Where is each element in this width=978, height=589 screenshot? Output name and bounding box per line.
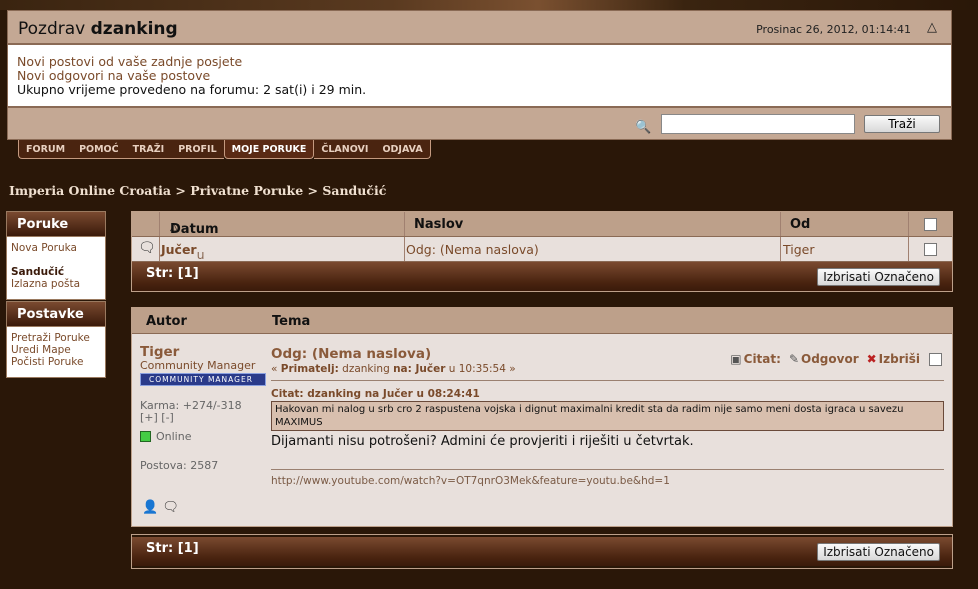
column-topic: Tema bbox=[272, 314, 311, 329]
message-list-footer: Str: [1] Izbrisati Označeno bbox=[132, 262, 952, 291]
greeting: Pozdrav dzanking bbox=[18, 19, 178, 39]
sidebar-item-outbox[interactable]: Izlazna pošta bbox=[11, 278, 101, 290]
reply-button[interactable]: Odgovor bbox=[801, 352, 859, 366]
new-replies-link[interactable]: Novi odgovori na vaše postove bbox=[17, 69, 942, 83]
menu-item-search[interactable]: TRAŽI bbox=[125, 140, 172, 159]
message-checkbox[interactable] bbox=[924, 243, 937, 256]
sort-up-icon: △ bbox=[170, 222, 178, 233]
delete-selected-button-bottom[interactable]: Izbrisati Označeno bbox=[817, 543, 940, 561]
search-button[interactable]: Traži bbox=[864, 115, 940, 133]
menu-item-profile[interactable]: PROFIL bbox=[171, 140, 224, 159]
greeting-bar: Pozdrav dzanking Prosinac 26, 2012, 01:1… bbox=[7, 10, 952, 44]
meta-on-label: na: bbox=[393, 363, 412, 375]
sidebar-item-inbox[interactable]: Sandučić bbox=[11, 266, 101, 278]
signature-link[interactable]: http://www.youtube.com/watch?v=OT7qnrO3M… bbox=[271, 475, 944, 487]
menu-item-members[interactable]: ČLANOVI bbox=[314, 140, 376, 159]
quote-header: Citat: dzanking na Jučer u 08:24:41 bbox=[271, 388, 480, 400]
author-badge: COMMUNITY MANAGER bbox=[140, 373, 266, 386]
message-view: Autor Tema Tiger Community Manager COMMU… bbox=[131, 307, 953, 527]
profile-icon[interactable]: 👤 bbox=[142, 500, 158, 515]
delete-icon[interactable]: ✖ bbox=[867, 352, 877, 366]
karma-vote-links[interactable]: [+] [-] bbox=[140, 412, 266, 424]
author-role: Community Manager bbox=[140, 359, 256, 372]
online-status-label: Online bbox=[156, 430, 192, 443]
post-date-day: Jučer bbox=[411, 363, 446, 375]
message-date-day: Jučer bbox=[161, 242, 197, 257]
current-datetime: Prosinac 26, 2012, 01:14:41 bbox=[756, 23, 911, 36]
post-recipient: dzanking bbox=[338, 363, 394, 375]
menu-item-help[interactable]: POMOĆ bbox=[72, 140, 126, 159]
author-icons: 👤 🗨 bbox=[142, 500, 179, 515]
sidebar-item-new-message[interactable]: Nova Poruka bbox=[11, 242, 101, 254]
magnifier-icon: 🔍 bbox=[635, 120, 652, 135]
main-menu: FORUM POMOĆ TRAŽI PROFIL MOJE PORUKE ČLA… bbox=[18, 140, 431, 159]
breadcrumb[interactable]: Imperia Online Croatia > Privatne Poruke… bbox=[9, 183, 386, 198]
sidebar-item-edit-folders[interactable]: Uredi Mape bbox=[11, 344, 101, 356]
author-panel: Tiger Community Manager COMMUNITY MANAGE… bbox=[140, 344, 266, 472]
quote-button[interactable]: Citat: bbox=[744, 352, 781, 366]
post-date-time: u 10:35:54 » bbox=[445, 363, 516, 375]
pagination[interactable]: Str: [1] bbox=[146, 266, 199, 281]
pagination-bottom[interactable]: Str: [1] bbox=[146, 541, 199, 556]
message-sender[interactable]: Tiger bbox=[783, 242, 815, 257]
column-author: Autor bbox=[146, 314, 187, 329]
personal-message-icon[interactable]: 🗨 bbox=[162, 500, 179, 515]
sidebar-messages: Poruke Nova Poruka Sandučić Izlazna pošt… bbox=[6, 211, 106, 300]
menu-item-logout[interactable]: ODJAVA bbox=[375, 140, 431, 159]
time-spent: Ukupno vrijeme provedeno na forumu: 2 sa… bbox=[17, 82, 367, 97]
message-icon: 🗨 bbox=[138, 240, 156, 256]
signature-divider bbox=[271, 469, 944, 470]
greeting-text: Pozdrav bbox=[18, 19, 86, 39]
column-from[interactable]: Od bbox=[790, 217, 810, 232]
reply-icon[interactable]: ✎ bbox=[789, 352, 799, 366]
post-checkbox[interactable] bbox=[929, 352, 942, 366]
sidebar-settings-title: Postavke bbox=[6, 301, 106, 327]
menu-item-forum[interactable]: FORUM bbox=[18, 140, 73, 159]
post: Odg: (Nema naslova) « Primatelj: dzankin… bbox=[271, 346, 944, 487]
message-subject[interactable]: Odg: (Nema naslova) bbox=[406, 242, 539, 257]
sidebar-item-search-messages[interactable]: Pretraži Poruke bbox=[11, 332, 101, 344]
delete-selected-button[interactable]: Izbrisati Označeno bbox=[817, 268, 940, 286]
message-list: Datum △ Naslov Od 🗨 Jučer u 10:35:54 Odg… bbox=[131, 211, 953, 292]
online-icon bbox=[140, 431, 151, 442]
author-name[interactable]: Tiger bbox=[140, 344, 266, 360]
meta-open: « bbox=[271, 363, 281, 375]
post-divider bbox=[271, 380, 944, 381]
meta-recipient-label: Primatelj: bbox=[280, 363, 339, 375]
post-body: Dijamanti nisu potrošeni? Admini će prov… bbox=[271, 434, 694, 449]
message-list-header: Datum △ Naslov Od bbox=[132, 212, 952, 237]
select-all-checkbox[interactable] bbox=[924, 218, 937, 231]
quote-block: Hakovan mi nalog u srb cro 2 raspustena … bbox=[271, 401, 944, 431]
chevron-up-icon[interactable]: △ bbox=[927, 20, 937, 35]
header-banner bbox=[0, 0, 978, 10]
search-bar: 🔍 Traži bbox=[7, 107, 952, 140]
message-view-header: Autor Tema bbox=[132, 308, 952, 334]
username[interactable]: dzanking bbox=[91, 19, 178, 39]
column-subject[interactable]: Naslov bbox=[414, 217, 463, 232]
quote-icon[interactable]: ▣ bbox=[730, 352, 741, 366]
sidebar-item-clear-messages[interactable]: Počisti Poruke bbox=[11, 356, 101, 368]
post-actions: ▣ Citat: ✎ Odgovor ✖ Izbriši bbox=[722, 352, 942, 366]
author-post-count: Postova: 2587 bbox=[140, 459, 219, 472]
new-posts-link[interactable]: Novi postovi od vaše zadnje posjete bbox=[17, 55, 942, 69]
sidebar-messages-title: Poruke bbox=[6, 211, 106, 237]
online-status: Online bbox=[140, 430, 266, 443]
delete-button[interactable]: Izbriši bbox=[879, 352, 920, 366]
sidebar-settings: Postavke Pretraži Poruke Uredi Mape Poči… bbox=[6, 301, 106, 378]
news-panel: Novi postovi od vaše zadnje posjete Novi… bbox=[7, 44, 952, 107]
menu-item-my-messages[interactable]: MOJE PORUKE bbox=[223, 140, 315, 159]
message-row[interactable]: 🗨 Jučer u 10:35:54 Odg: (Nema naslova) T… bbox=[132, 237, 952, 277]
search-input[interactable] bbox=[661, 114, 855, 134]
message-view-footer: Str: [1] Izbrisati Označeno bbox=[131, 534, 953, 569]
